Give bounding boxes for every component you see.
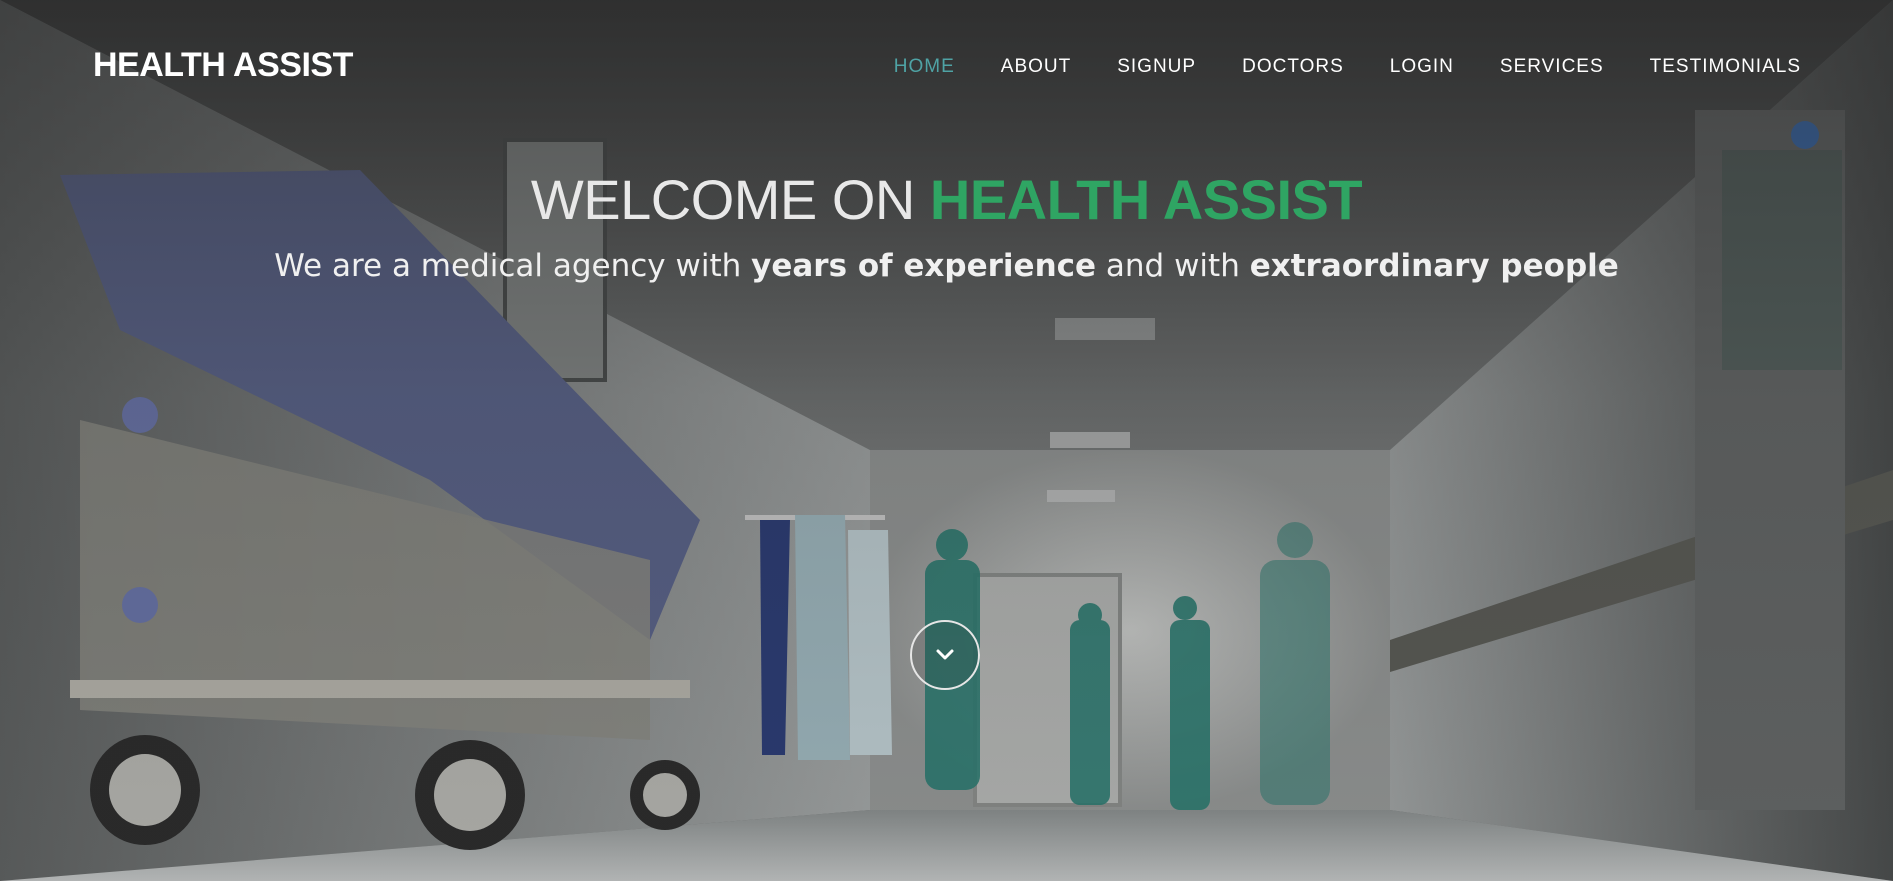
nav-link-login[interactable]: LOGIN xyxy=(1390,56,1454,77)
nav-item-testimonials: TESTIMONIALS xyxy=(1650,56,1801,78)
hero-headline: WELCOME ON HEALTH ASSIST xyxy=(0,167,1893,232)
nav-item-signup: SIGNUP xyxy=(1117,56,1196,78)
nav-item-doctors: DOCTORS xyxy=(1242,56,1344,78)
nav-link-services[interactable]: SERVICES xyxy=(1500,56,1604,77)
nav-menu: HOME ABOUT SIGNUP DOCTORS LOGIN SERVICES… xyxy=(848,56,1801,78)
brand-logo-link[interactable]: HEALTH ASSIST xyxy=(93,46,353,85)
top-navbar: HEALTH ASSIST HOME ABOUT SIGNUP DOCTORS … xyxy=(0,0,1893,136)
hero-subheadline: We are a medical agency with years of ex… xyxy=(0,248,1893,284)
hero-section: HEALTH ASSIST HOME ABOUT SIGNUP DOCTORS … xyxy=(0,0,1893,881)
nav-link-doctors[interactable]: DOCTORS xyxy=(1242,56,1344,77)
scroll-down-button[interactable] xyxy=(910,620,980,690)
nav-item-about: ABOUT xyxy=(1001,56,1071,78)
nav-link-signup[interactable]: SIGNUP xyxy=(1117,56,1196,77)
nav-item-home: HOME xyxy=(894,56,955,78)
nav-link-home[interactable]: HOME xyxy=(894,56,955,77)
hero-subline-bold2: extraordinary people xyxy=(1249,248,1619,284)
nav-link-about[interactable]: ABOUT xyxy=(1001,56,1071,77)
hero-subline-part2: and with xyxy=(1096,248,1250,284)
hero-headline-prefix: WELCOME ON xyxy=(530,168,930,231)
hero-subline-bold1: years of experience xyxy=(751,248,1097,284)
nav-link-testimonials[interactable]: TESTIMONIALS xyxy=(1650,56,1801,77)
hero-headline-accent: HEALTH ASSIST xyxy=(929,168,1363,231)
nav-item-login: LOGIN xyxy=(1390,56,1454,78)
hero-subline-part1: We are a medical agency with xyxy=(274,248,752,284)
chevron-down-icon xyxy=(936,649,954,660)
nav-item-services: SERVICES xyxy=(1500,56,1604,78)
